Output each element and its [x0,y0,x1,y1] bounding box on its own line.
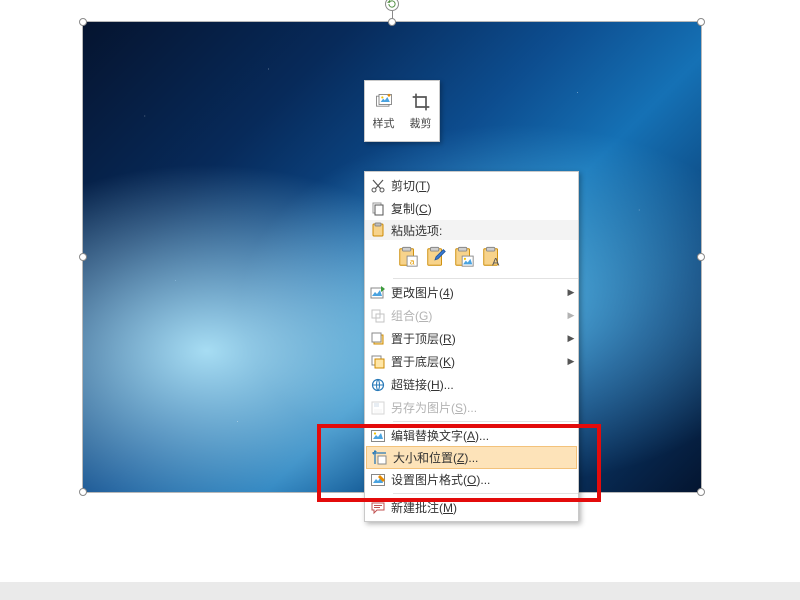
hyperlink-icon [365,377,391,393]
menu-save-as-picture: 另存为图片(S)... [365,396,578,419]
format-picture-icon [365,472,391,488]
paste-text-only[interactable]: A [479,244,505,270]
resize-handle-br[interactable] [697,488,705,496]
menu-cut-label: 剪切(T) [391,177,578,194]
crop-button[interactable]: 裁剪 [402,81,439,141]
rotate-icon [387,0,397,9]
picture-style-icon [373,91,395,113]
context-menu: 剪切(T) 复制(C) 粘贴选项: a A [364,171,579,522]
size-position-icon [367,450,393,466]
menu-format-picture[interactable]: 设置图片格式(O)... [365,468,578,491]
menu-size-and-position[interactable]: 大小和位置(Z)... [366,446,577,469]
resize-handle-mr[interactable] [697,253,705,261]
group-icon [365,308,391,324]
submenu-arrow-icon: ▶ [564,333,578,344]
save-picture-icon [365,400,391,416]
alt-text-icon [365,428,391,444]
svg-text:A: A [492,256,500,268]
menu-bring-to-front[interactable]: 置于顶层(R) ▶ [365,327,578,350]
menu-separator [393,278,578,279]
menu-bring-front-label: 置于顶层(R) [391,330,564,347]
menu-save-as-picture-label: 另存为图片(S)... [391,399,578,416]
crop-icon [410,91,432,113]
resize-handle-bl[interactable] [79,488,87,496]
menu-cut[interactable]: 剪切(T) [365,174,578,197]
send-back-icon [365,354,391,370]
menu-new-comment-label: 新建批注(M) [391,499,578,516]
menu-group: 组合(G) ▶ [365,304,578,327]
resize-handle-tr[interactable] [697,18,705,26]
submenu-arrow-icon: ▶ [564,287,578,298]
resize-handle-tl[interactable] [79,18,87,26]
menu-new-comment[interactable]: 新建批注(M) [365,496,578,519]
menu-send-to-back[interactable]: 置于底层(K) ▶ [365,350,578,373]
menu-send-back-label: 置于底层(K) [391,353,564,370]
clipboard-picture-icon [453,246,475,268]
paste-as-picture[interactable] [451,244,477,270]
menu-format-picture-label: 设置图片格式(O)... [391,471,578,488]
paste-use-destination-theme[interactable]: a [395,244,421,270]
mini-toolbar: 样式 裁剪 [364,80,440,142]
submenu-arrow-icon: ▶ [564,310,578,321]
menu-group-label: 组合(G) [391,307,564,324]
clipboard-text-icon: A [481,246,503,268]
submenu-arrow-icon: ▶ [564,356,578,367]
menu-copy-label: 复制(C) [391,200,578,217]
change-picture-icon [365,285,391,301]
resize-handle-tm[interactable] [388,18,396,26]
menu-change-picture[interactable]: 更改图片(4) ▶ [365,281,578,304]
clipboard-theme-icon: a [397,246,419,268]
picture-style-button[interactable]: 样式 [365,81,402,141]
svg-text:a: a [410,257,415,266]
paste-keep-source-formatting[interactable] [423,244,449,270]
new-comment-icon [365,500,391,516]
clipboard-brush-icon [425,246,447,268]
menu-copy[interactable]: 复制(C) [365,197,578,220]
paste-options-label: 粘贴选项: [391,222,578,239]
menu-hyperlink-label: 超链接(H)... [391,376,578,393]
menu-hyperlink[interactable]: 超链接(H)... [365,373,578,396]
paste-options-header: 粘贴选项: [365,220,578,240]
slide-canvas: 样式 裁剪 剪切(T) 复制(C) 粘贴选项: [0,0,800,582]
copy-icon [365,201,391,217]
resize-handle-ml[interactable] [79,253,87,261]
paste-options-row: a A [365,240,578,276]
bring-front-icon [365,331,391,347]
menu-edit-alt-text[interactable]: 编辑替换文字(A)... [365,424,578,447]
bottom-strip [0,582,800,600]
picture-style-label: 样式 [373,115,395,131]
menu-separator [393,421,578,422]
clipboard-icon [365,222,391,238]
crop-label: 裁剪 [410,115,432,131]
menu-change-picture-label: 更改图片(4) [391,284,564,301]
menu-separator [393,493,578,494]
menu-size-position-label: 大小和位置(Z)... [393,449,576,466]
menu-alt-text-label: 编辑替换文字(A)... [391,427,578,444]
scissors-icon [365,178,391,194]
rotation-handle[interactable] [385,0,399,11]
